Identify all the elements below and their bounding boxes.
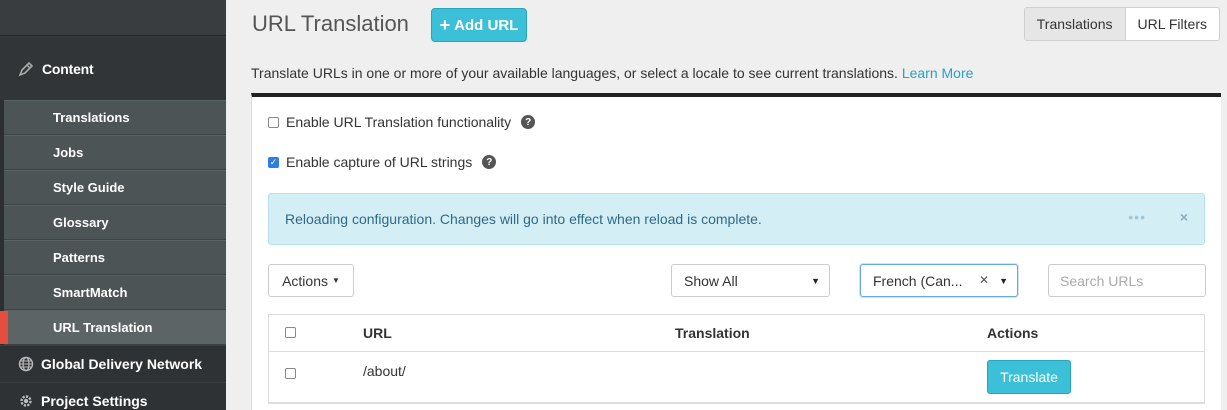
sidebar-item-label: Jobs — [53, 145, 84, 160]
search-input[interactable] — [1049, 265, 1227, 296]
table-row: /about/ Translate — [269, 352, 1204, 403]
plus-icon: + — [439, 15, 451, 35]
enable-capture-checkbox[interactable]: ✓ — [268, 156, 279, 168]
sidebar-item-label: Glossary — [53, 215, 109, 230]
add-url-label: Add URL — [454, 16, 519, 34]
gear-icon — [18, 393, 34, 409]
enable-capture-label: Enable capture of URL strings — [286, 154, 473, 170]
select-all-checkbox[interactable] — [285, 327, 296, 338]
description-text: Translate URLs in one or more of your av… — [251, 65, 898, 81]
close-icon[interactable]: × — [1180, 209, 1188, 225]
tab-url-filters[interactable]: URL Filters — [1124, 8, 1219, 40]
select-all-cell — [269, 325, 363, 341]
translate-button[interactable]: Translate — [987, 360, 1071, 394]
sidebar-item-patterns[interactable]: Patterns — [4, 240, 226, 275]
sidebar-item-label: Style Guide — [53, 180, 125, 195]
enable-url-translation-row: Enable URL Translation functionality ? — [268, 114, 536, 130]
sidebar: Content Translations Jobs Style Guide Gl… — [0, 0, 226, 410]
chevron-down-icon: ▼ — [811, 276, 820, 286]
learn-more-link[interactable]: Learn More — [902, 65, 974, 81]
enable-capture-row: ✓ Enable capture of URL strings ? — [268, 154, 497, 170]
url-translation-panel: Enable URL Translation functionality ? ✓… — [251, 93, 1227, 410]
alert-message: Reloading configuration. Changes will go… — [285, 211, 762, 227]
globe-icon — [18, 356, 34, 372]
actions-dropdown-button[interactable]: Actions ▼ — [268, 264, 354, 297]
page-description: Translate URLs in one or more of your av… — [251, 65, 973, 81]
enable-url-translation-checkbox[interactable] — [268, 116, 279, 128]
sidebar-item-label: URL Translation — [53, 320, 153, 335]
url-table: URL Translation Actions /about/ Translat… — [268, 314, 1205, 404]
sidebar-item-jobs[interactable]: Jobs — [4, 135, 226, 170]
sidebar-item-style-guide[interactable]: Style Guide — [4, 170, 226, 205]
help-icon[interactable]: ? — [482, 155, 497, 169]
sidebar-section-gdn[interactable]: Global Delivery Network — [0, 345, 226, 382]
language-value: French (Can... — [873, 272, 963, 289]
caret-down-icon: ▼ — [332, 276, 340, 285]
reload-alert: Reloading configuration. Changes will go… — [268, 193, 1205, 245]
filter-select[interactable]: Show All ▼ — [671, 264, 830, 297]
sidebar-section-content[interactable]: Content — [0, 36, 226, 100]
actions-cell: Translate — [987, 352, 1204, 394]
column-header-translation[interactable]: Translation — [675, 325, 987, 341]
sidebar-item-translations[interactable]: Translations — [4, 100, 226, 135]
sidebar-item-glossary[interactable]: Glossary — [4, 205, 226, 240]
page-title: URL Translation — [252, 11, 409, 36]
table-header: URL Translation Actions — [269, 315, 1204, 352]
search-box — [1048, 264, 1227, 297]
row-select-cell — [269, 352, 363, 382]
sidebar-section-label: Content — [42, 60, 94, 77]
sidebar-item-smartmatch[interactable]: SmartMatch — [4, 275, 226, 310]
sidebar-item-label: SmartMatch — [53, 285, 128, 300]
column-header-actions: Actions — [987, 325, 1039, 341]
filter-value: Show All — [684, 272, 738, 289]
clear-icon[interactable]: ✕ — [979, 273, 989, 287]
sidebar-item-label: Translations — [53, 110, 130, 125]
sidebar-item-url-translation[interactable]: URL Translation — [0, 310, 226, 345]
actions-label: Actions — [282, 272, 328, 289]
language-select[interactable]: French (Can... ✕ ▼ — [860, 264, 1018, 297]
sidebar-section-project-settings[interactable]: Project Settings — [0, 382, 226, 410]
sidebar-item-label: Patterns — [53, 250, 106, 265]
chevron-down-icon: ▼ — [999, 276, 1008, 286]
pencil-icon — [18, 61, 34, 77]
row-checkbox[interactable] — [285, 368, 296, 379]
sidebar-section-label: Global Delivery Network — [41, 356, 203, 372]
tab-translations[interactable]: Translations — [1024, 8, 1125, 40]
loading-dots-icon: ••• — [1128, 209, 1146, 225]
view-tabs: Translations URL Filters — [1023, 7, 1220, 41]
url-cell: /about/ — [363, 363, 406, 379]
column-header-url[interactable]: URL — [363, 325, 675, 341]
enable-url-translation-label: Enable URL Translation functionality — [286, 114, 512, 130]
sidebar-section-label: Project Settings — [41, 393, 148, 409]
help-icon[interactable]: ? — [521, 115, 536, 129]
add-url-button[interactable]: + Add URL — [431, 8, 527, 42]
sidebar-header — [0, 0, 226, 36]
main-content: URL Translation + Add URL Translations U… — [226, 0, 1227, 410]
